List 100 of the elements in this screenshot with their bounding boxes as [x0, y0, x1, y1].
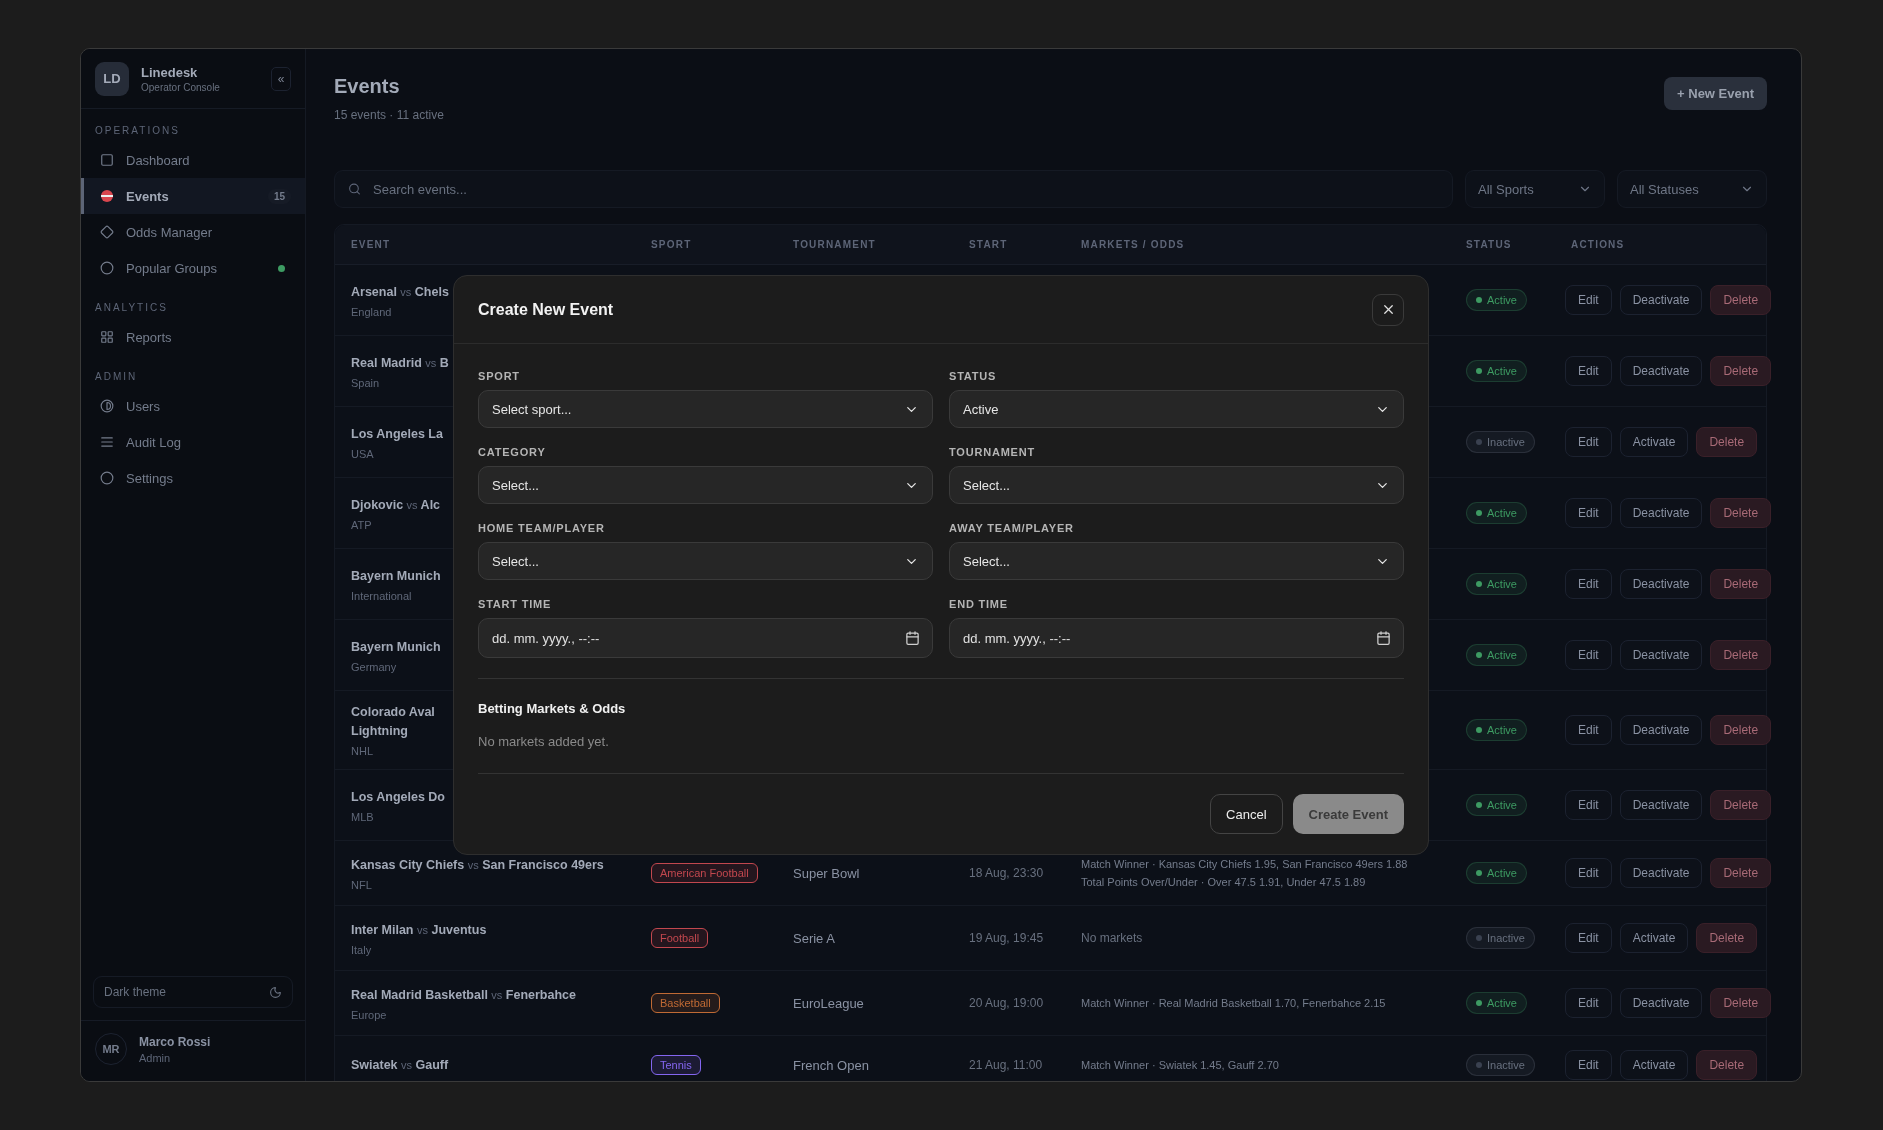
- start-time: 19 Aug, 19:45: [969, 931, 1045, 945]
- event-region: Germany: [351, 661, 397, 673]
- toggle-status-button[interactable]: Deactivate: [1619, 790, 1703, 820]
- status-pill: Inactive: [1466, 1054, 1535, 1076]
- sidebar-item[interactable]: Dashboard: [81, 142, 305, 178]
- edit-button[interactable]: Edit: [1565, 715, 1612, 745]
- delete-button[interactable]: Delete: [1710, 858, 1772, 888]
- sidebar-item[interactable]: Odds Manager: [81, 214, 305, 250]
- edit-button[interactable]: Edit: [1565, 356, 1612, 386]
- status-pill: Active: [1466, 360, 1527, 382]
- status-pill: Active: [1466, 644, 1527, 666]
- toggle-status-button[interactable]: Deactivate: [1619, 356, 1703, 386]
- select-field[interactable]: Select...: [949, 542, 1404, 580]
- event-region: England: [351, 306, 392, 318]
- new-event-button[interactable]: + New Event: [1664, 77, 1767, 110]
- sidebar-item[interactable]: Events 15: [81, 178, 305, 214]
- page-summary: 15 events · 11 active: [334, 108, 444, 122]
- sport-filter[interactable]: All Sports: [1465, 170, 1605, 208]
- item-label: Events: [126, 188, 169, 204]
- market-line: Match Winner · Swiatek 1.45, Gauff 2.70: [1081, 1058, 1280, 1073]
- sidebar-item[interactable]: Settings: [81, 460, 305, 496]
- delete-button[interactable]: Delete: [1696, 1050, 1758, 1080]
- event-region: MLB: [351, 811, 374, 823]
- toggle-status-button[interactable]: Deactivate: [1619, 569, 1703, 599]
- sidebar-item[interactable]: Audit Log: [81, 424, 305, 460]
- delete-button[interactable]: Delete: [1710, 498, 1772, 528]
- toggle-status-button[interactable]: Deactivate: [1619, 858, 1703, 888]
- market-line: Match Winner · Kansas City Chiefs 1.95, San Francisco 49ers 1.88: [1081, 857, 1409, 872]
- edit-button[interactable]: Edit: [1565, 1050, 1612, 1080]
- select-field[interactable]: Select...: [949, 466, 1404, 504]
- user-role: Admin: [139, 1051, 172, 1064]
- delete-button[interactable]: Delete: [1710, 569, 1772, 599]
- moon-icon: [269, 985, 282, 999]
- edit-button[interactable]: Edit: [1565, 427, 1612, 457]
- sidebar-item[interactable]: Reports: [81, 319, 305, 355]
- column-header: SPORT: [650, 239, 693, 250]
- status-pill: Inactive: [1466, 431, 1535, 453]
- collapse-button[interactable]: «: [271, 66, 291, 91]
- select-field[interactable]: Active: [949, 390, 1404, 428]
- close-button[interactable]: [1372, 293, 1404, 326]
- toggle-status-button[interactable]: Deactivate: [1619, 988, 1703, 1018]
- delete-button[interactable]: Delete: [1710, 715, 1772, 745]
- date-time-field[interactable]: dd. mm. yyyy., --:--: [949, 618, 1404, 658]
- edit-button[interactable]: Edit: [1565, 988, 1612, 1018]
- search-field[interactable]: Search events...: [334, 170, 1453, 208]
- brand-name: Linedesk: [141, 64, 199, 80]
- cancel-button[interactable]: Cancel: [1210, 794, 1283, 834]
- event-region: International: [351, 590, 412, 602]
- toggle-status-button[interactable]: Activate: [1619, 427, 1689, 457]
- start-time: 21 Aug, 11:00: [969, 1058, 1044, 1072]
- date-time-field[interactable]: dd. mm. yyyy., --:--: [478, 618, 933, 658]
- delete-button[interactable]: Delete: [1710, 285, 1772, 315]
- sidebar-item[interactable]: Popular Groups: [81, 250, 305, 286]
- sidebar-item[interactable]: Users: [81, 388, 305, 424]
- brand-subtitle: Operator Console: [141, 81, 220, 93]
- edit-button[interactable]: Edit: [1565, 858, 1612, 888]
- toggle-status-button[interactable]: Deactivate: [1619, 715, 1703, 745]
- column-header: ACTIONS: [1570, 239, 1626, 250]
- column-header: TOURNAMENT: [792, 239, 877, 250]
- item-label: Audit Log: [126, 434, 181, 450]
- sport-tag: American Football: [651, 863, 758, 883]
- toggle-status-button[interactable]: Deactivate: [1619, 498, 1703, 528]
- edit-button[interactable]: Edit: [1565, 569, 1612, 599]
- toggle-status-button[interactable]: Deactivate: [1619, 285, 1703, 315]
- delete-button[interactable]: Delete: [1696, 427, 1758, 457]
- event-name: Colorado Aval Lightning: [351, 704, 435, 740]
- circle-icon: [100, 471, 114, 485]
- item-label: Odds Manager: [126, 224, 212, 240]
- toggle-status-button[interactable]: Activate: [1619, 1050, 1689, 1080]
- delete-button[interactable]: Delete: [1710, 356, 1772, 386]
- select-field[interactable]: Select...: [478, 466, 933, 504]
- edit-button[interactable]: Edit: [1565, 285, 1612, 315]
- status-pill: Active: [1466, 992, 1527, 1014]
- lines-icon: [100, 435, 114, 449]
- theme-toggle[interactable]: Dark theme: [93, 976, 293, 1008]
- event-name: Djokovic vs Alc: [351, 497, 441, 514]
- empty-note: No markets added yet.: [478, 734, 610, 749]
- event-name: Bayern Munich: [351, 568, 441, 585]
- delete-button[interactable]: Delete: [1710, 640, 1772, 670]
- logo: LD: [95, 61, 129, 96]
- select-field[interactable]: Select sport...: [478, 390, 933, 428]
- status-filter[interactable]: All Statuses: [1617, 170, 1767, 208]
- edit-button[interactable]: Edit: [1565, 790, 1612, 820]
- event-region: NHL: [351, 745, 373, 757]
- edit-button[interactable]: Edit: [1565, 640, 1612, 670]
- ball-icon: [100, 189, 114, 203]
- event-name: Real Madrid vs B: [351, 355, 449, 372]
- delete-button[interactable]: Delete: [1696, 923, 1758, 953]
- toggle-status-button[interactable]: Activate: [1619, 923, 1689, 953]
- delete-button[interactable]: Delete: [1710, 988, 1772, 1018]
- event-name: Los Angeles La: [351, 426, 443, 443]
- status-pill: Active: [1466, 502, 1527, 524]
- delete-button[interactable]: Delete: [1710, 790, 1772, 820]
- edit-button[interactable]: Edit: [1565, 923, 1612, 953]
- select-field[interactable]: Select...: [478, 542, 933, 580]
- column-header: MARKETS / ODDS: [1080, 239, 1186, 250]
- square-icon: [100, 153, 114, 167]
- toggle-status-button[interactable]: Deactivate: [1619, 640, 1703, 670]
- edit-button[interactable]: Edit: [1565, 498, 1612, 528]
- section-heading: OPERATIONS: [94, 124, 181, 138]
